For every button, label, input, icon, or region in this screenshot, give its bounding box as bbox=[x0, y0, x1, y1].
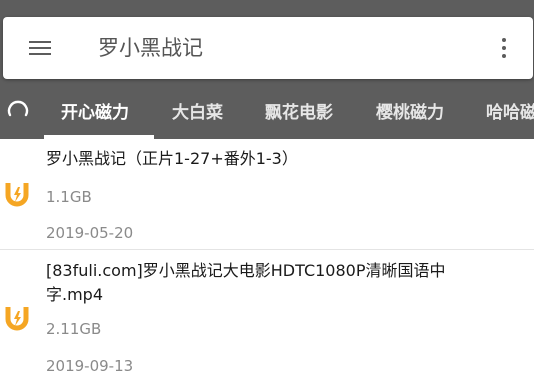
result-size: 2.11GB bbox=[46, 320, 102, 338]
tab-yingtao-cili[interactable]: 樱桃磁力 bbox=[376, 100, 444, 126]
result-date: 2019-09-13 bbox=[46, 357, 134, 375]
app-bar: 罗小黑战记 开心磁力 大白菜 飘花电影 樱桃磁力 哈哈磁 bbox=[0, 0, 534, 139]
magnet-icon bbox=[5, 183, 29, 207]
more-options-icon[interactable] bbox=[499, 37, 509, 59]
result-size: 1.1GB bbox=[46, 188, 92, 206]
list-item[interactable]: [83fuli.com]罗小黑战记大电影HDTC1080P清晰国语中字.mp4 … bbox=[0, 250, 534, 390]
tab-kaixin-cili[interactable]: 开心磁力 bbox=[61, 100, 129, 126]
tab-piaohua-dianying[interactable]: 飘花电影 bbox=[265, 100, 333, 126]
hamburger-menu-icon[interactable] bbox=[27, 37, 55, 59]
source-tabs: 开心磁力 大白菜 飘花电影 樱桃磁力 哈哈磁 bbox=[0, 88, 534, 139]
tab-dabaicai[interactable]: 大白菜 bbox=[172, 100, 223, 126]
search-input[interactable]: 罗小黑战记 bbox=[98, 34, 203, 62]
loading-refresh-icon[interactable] bbox=[6, 99, 30, 123]
result-title: [83fuli.com]罗小黑战记大电影HDTC1080P清晰国语中字.mp4 bbox=[46, 261, 446, 304]
tab-haha-cili[interactable]: 哈哈磁 bbox=[486, 100, 534, 126]
search-bar[interactable]: 罗小黑战记 bbox=[3, 17, 533, 79]
list-item[interactable]: 罗小黑战记（正片1-27+番外1-3） 1.1GB 2019-05-20 bbox=[0, 139, 534, 249]
result-date: 2019-05-20 bbox=[46, 224, 134, 242]
magnet-icon bbox=[5, 307, 29, 331]
result-title: 罗小黑战记（正片1-27+番外1-3） bbox=[46, 149, 298, 168]
